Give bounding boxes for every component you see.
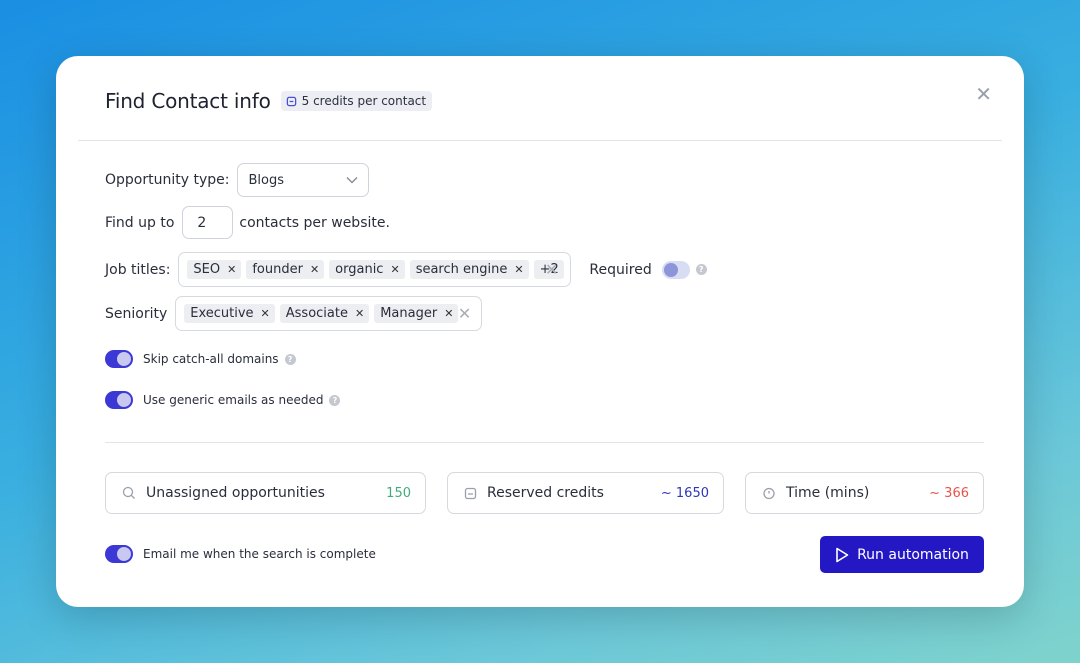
time-card: Time (mins) ~ 366 [745, 472, 984, 514]
contacts-per-website-label: contacts per website. [239, 214, 390, 231]
remove-tag-icon[interactable]: ✕ [444, 307, 453, 320]
timer-icon [763, 487, 775, 500]
unassigned-label: Unassigned opportunities [146, 485, 325, 501]
reserved-credits-label: Reserved credits [487, 485, 604, 501]
remove-tag-icon[interactable]: ✕ [514, 263, 523, 276]
credit-icon [286, 96, 296, 106]
tag-chip: Manager ✕ [374, 304, 459, 323]
tag-label: search engine [415, 262, 508, 277]
clear-icon[interactable]: ✕ [545, 260, 558, 279]
header-divider [78, 140, 1002, 141]
tag-chip: search engine ✕ [409, 260, 529, 279]
email-me-toggle[interactable] [105, 545, 133, 563]
search-icon [122, 486, 135, 499]
opportunity-type-row: Opportunity type: Blogs [105, 163, 370, 197]
generic-emails-label: Use generic emails as needed [143, 393, 324, 407]
play-icon [836, 547, 849, 562]
close-icon[interactable]: ✕ [975, 84, 992, 104]
modal-header: Find Contact info 5 credits per contact [105, 89, 433, 113]
required-toggle[interactable] [661, 260, 690, 279]
skip-catch-all-toggle[interactable] [105, 350, 133, 368]
tag-label: Manager [380, 306, 438, 321]
seniority-label: Seniority [105, 305, 168, 322]
seniority-input[interactable]: Executive ✕ Associate ✕ Manager ✕ ✕ [175, 296, 483, 331]
unassigned-value: 150 [386, 485, 411, 501]
unassigned-opportunities-card: Unassigned opportunities 150 [105, 472, 426, 514]
clear-icon[interactable]: ✕ [458, 304, 471, 323]
tag-chip: Executive ✕ [184, 304, 275, 323]
email-me-row: Email me when the search is complete [105, 545, 376, 563]
reserved-credits-value: ~ 1650 [660, 485, 709, 501]
credit-badge: 5 credits per contact [280, 91, 433, 111]
generic-emails-row: Use generic emails as needed ? [105, 391, 341, 409]
tag-label: organic [335, 262, 384, 277]
find-contact-modal: Find Contact info 5 credits per contact … [56, 56, 1024, 607]
skip-catch-all-row: Skip catch-all domains ? [105, 350, 296, 368]
remove-tag-icon[interactable]: ✕ [390, 263, 399, 276]
credit-icon [464, 487, 477, 499]
time-label: Time (mins) [786, 485, 870, 501]
run-automation-button[interactable]: Run automation [820, 536, 984, 573]
job-titles-input[interactable]: SEO ✕ founder ✕ organic ✕ search engine ✕ +2… [178, 252, 572, 287]
time-value: ~ 366 [929, 485, 969, 501]
tag-label: founder [252, 262, 303, 277]
opportunity-type-label: Opportunity type: [105, 172, 230, 188]
credit-badge-label: 5 credits per contact [301, 94, 427, 108]
contacts-count-input[interactable]: 2 [182, 206, 234, 239]
contacts-count-value: 2 [197, 214, 207, 231]
run-automation-label: Run automation [857, 546, 969, 563]
email-me-label: Email me when the search is complete [143, 547, 376, 561]
generic-emails-toggle[interactable] [105, 391, 133, 409]
tag-chip: Associate ✕ [279, 304, 370, 323]
remove-tag-icon[interactable]: ✕ [261, 307, 270, 320]
tag-chip: founder ✕ [246, 260, 325, 279]
remove-tag-icon[interactable]: ✕ [355, 307, 364, 320]
remove-tag-icon[interactable]: ✕ [227, 263, 236, 276]
required-label: Required [589, 261, 652, 278]
tag-chip: SEO ✕ [187, 260, 242, 279]
job-titles-label: Job titles: [105, 261, 171, 278]
job-titles-row: Job titles: SEO ✕ founder ✕ organic ✕ searc… [105, 252, 707, 287]
reserved-credits-card: Reserved credits ~ 1650 [447, 472, 724, 514]
help-icon[interactable]: ? [695, 264, 707, 275]
opportunity-type-value: Blogs [248, 172, 284, 188]
tag-chip: organic ✕ [329, 260, 405, 279]
section-divider [105, 442, 984, 443]
tag-label: SEO [193, 262, 221, 277]
skip-catch-all-label: Skip catch-all domains [143, 352, 279, 366]
tag-label: Executive [190, 306, 254, 321]
help-icon[interactable]: ? [329, 394, 341, 406]
modal-title: Find Contact info [105, 89, 271, 113]
remove-tag-icon[interactable]: ✕ [310, 263, 319, 276]
opportunity-type-select[interactable]: Blogs [237, 163, 370, 197]
seniority-row: Seniority Executive ✕ Associate ✕ Manager ✕… [105, 296, 483, 331]
help-icon[interactable]: ? [284, 353, 296, 365]
tag-label: Associate [285, 306, 348, 321]
find-up-to-label: Find up to [105, 214, 175, 231]
find-up-to-row: Find up to 2 contacts per website. [105, 206, 390, 239]
chevron-down-icon [346, 176, 358, 184]
